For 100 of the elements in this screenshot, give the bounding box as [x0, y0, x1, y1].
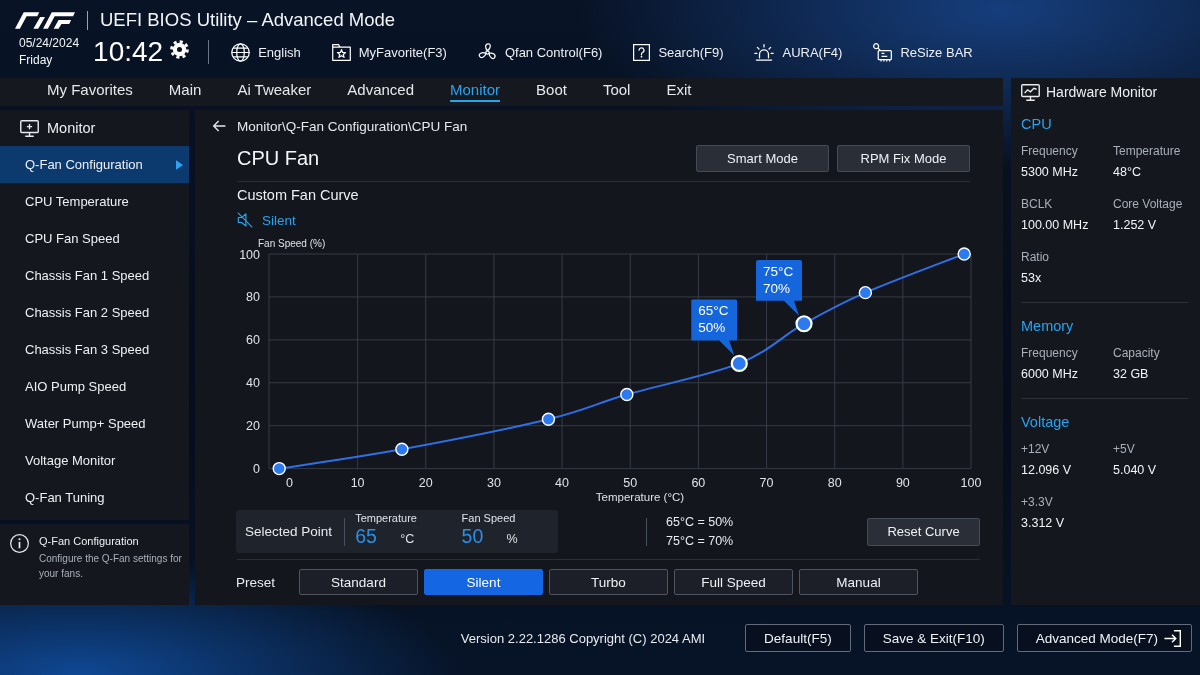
preset-button[interactable]: Silent — [424, 569, 543, 595]
curve-point[interactable] — [957, 247, 971, 261]
footer-button[interactable]: Advanced Mode(F7) — [1016, 624, 1192, 652]
sidebar-item[interactable]: Q-Fan Configuration — [0, 146, 189, 183]
stat-value: 32 GB — [1113, 366, 1150, 383]
point-summary-text: 75°C = 70% — [666, 532, 734, 550]
reset-curve-button[interactable]: Reset Curve — [867, 517, 980, 546]
stat-value: 1.252 V — [1113, 217, 1158, 234]
stat-value: 5300 MHz — [1021, 164, 1079, 181]
curve-point[interactable] — [858, 285, 873, 300]
sidebar-item[interactable]: CPU Fan Speed — [0, 220, 189, 257]
curve-point[interactable] — [541, 412, 556, 426]
nav-tab[interactable]: Monitor — [450, 80, 501, 102]
section-title: CPU — [1021, 115, 1053, 134]
sidebar-item[interactable]: Q-Fan Tuning — [0, 479, 189, 516]
curve-point[interactable] — [395, 442, 409, 456]
preset-button[interactable]: Standard — [299, 569, 418, 595]
toolbar-button[interactable]: Qfan Control(F6) — [477, 42, 603, 62]
settings-icon[interactable] — [170, 39, 190, 59]
nav-tab[interactable]: Boot — [536, 80, 567, 102]
sidebar-item[interactable]: Chassis Fan 3 Speed — [0, 331, 189, 368]
curve-point[interactable] — [620, 387, 634, 402]
chip-icon — [873, 42, 893, 62]
nav-tab[interactable]: Main — [168, 80, 202, 102]
preset-label: Preset — [236, 574, 277, 590]
axis-tick-label: 40 — [555, 475, 569, 490]
nav-tab[interactable]: Advanced — [347, 80, 415, 102]
curve-point[interactable] — [795, 315, 813, 333]
stat-value: 48°C — [1113, 164, 1142, 181]
globe-icon — [231, 42, 251, 62]
footer-button[interactable]: Default(F5) — [745, 624, 851, 652]
fan-speed-label: Fan Speed — [461, 512, 517, 525]
stat-label: +12V — [1021, 441, 1051, 458]
stat-value: 53x — [1021, 270, 1043, 287]
axis-tick-label: 60 — [246, 333, 260, 348]
curve-point[interactable] — [730, 354, 748, 373]
axis-tick-label: 100 — [239, 247, 260, 262]
unit-label: °C — [400, 531, 415, 548]
mode-button[interactable]: Smart Mode — [696, 145, 829, 172]
sidebar-item[interactable]: CPU Temperature — [0, 183, 189, 220]
sidebar-item[interactable]: Voltage Monitor — [0, 442, 189, 479]
axis-tick-label: 30 — [486, 475, 501, 490]
preset-button[interactable]: Manual — [799, 569, 918, 595]
version-text: Version 2.22.1286 Copyright (C) 2024 AMI — [460, 630, 706, 646]
sidebar-title: Monitor — [47, 120, 96, 136]
axis-tick-label: 40 — [246, 376, 260, 391]
stat-label: Frequency — [1021, 143, 1079, 160]
window-title: UEFI BIOS Utility – Advanced Mode — [100, 9, 396, 31]
stat-value: 12.096 V — [1021, 462, 1073, 479]
panel-title: Hardware Monitor — [1046, 84, 1158, 100]
weekday-text: Friday — [19, 52, 54, 69]
stat-label: Capacity — [1113, 345, 1161, 362]
date-text: 05/24/2024 — [19, 35, 80, 52]
fan-icon — [477, 42, 497, 62]
help-title: Q-Fan Configuration — [39, 534, 140, 549]
temperature-value: 65 — [355, 525, 378, 548]
sidebar-item[interactable]: Water Pump+ Speed — [0, 405, 189, 442]
mode-button[interactable]: RPM Fix Mode — [837, 145, 970, 172]
sidebar-item[interactable]: Chassis Fan 2 Speed — [0, 294, 189, 331]
toolbar-button[interactable]: MyFavorite(F3) — [331, 42, 447, 62]
back-arrow-icon[interactable] — [212, 120, 226, 132]
axis-tick-label: 90 — [895, 475, 910, 490]
axis-tick-label: 0 — [285, 475, 293, 490]
axis-tick-label: 20 — [246, 419, 260, 434]
clock-time: 10:42 — [93, 35, 164, 69]
axis-tick-label: 20 — [418, 475, 433, 490]
sidebar-item[interactable]: Chassis Fan 1 Speed — [0, 257, 189, 294]
axis-title: Temperature (°C) — [595, 491, 685, 503]
lamp-rays-icon — [754, 43, 775, 61]
stat-value: 3.312 V — [1021, 515, 1066, 532]
toolbar-button[interactable]: English — [231, 42, 301, 62]
point-tooltip: 75°C 70% — [756, 259, 802, 316]
exit-arrow-icon — [1164, 629, 1181, 647]
nav-tab[interactable]: My Favorites — [47, 80, 133, 102]
muted-speaker-icon — [237, 212, 253, 228]
logo-icon — [15, 11, 75, 29]
page-title: CPU Fan — [237, 147, 320, 170]
unit-label: % — [506, 531, 518, 548]
section-title: Custom Fan Curve — [237, 186, 360, 204]
fan-speed-value: 50 — [461, 525, 485, 548]
footer-button[interactable]: Save & Exit(F10) — [863, 624, 1004, 652]
profile-label: Silent — [262, 212, 296, 228]
preset-button[interactable]: Turbo — [549, 569, 668, 595]
axis-tick-label: 10 — [350, 475, 365, 490]
nav-tab[interactable]: Tool — [602, 80, 631, 102]
stat-label: Ratio — [1021, 249, 1050, 266]
stat-label: Temperature — [1113, 143, 1182, 160]
toolbar-button[interactable]: ReSize BAR — [873, 42, 973, 62]
toolbar-button[interactable]: AURA(F4) — [754, 42, 843, 62]
curve-point[interactable] — [272, 461, 286, 476]
stat-label: +3.3V — [1021, 494, 1054, 511]
preset-button[interactable]: Full Speed — [674, 569, 793, 595]
nav-tab[interactable]: Exit — [666, 80, 692, 102]
point-summary-text: 65°C = 50% — [666, 513, 734, 531]
nav-tab[interactable]: Ai Tweaker — [237, 80, 312, 102]
temperature-label: Temperature — [355, 512, 418, 525]
toolbar-button[interactable]: Search(F9) — [633, 42, 724, 62]
axis-tick-label: 80 — [246, 290, 260, 305]
point-tooltip: 65°C 50% — [691, 299, 738, 356]
sidebar-item[interactable]: AIO Pump Speed — [0, 368, 189, 405]
